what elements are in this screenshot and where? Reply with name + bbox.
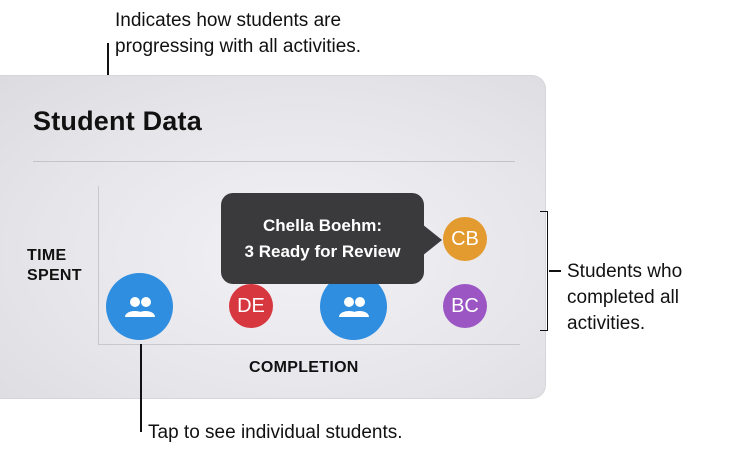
y-axis-line <box>98 186 99 344</box>
student-initials: BC <box>451 294 479 317</box>
callout-right-bracket <box>540 211 548 331</box>
tooltip-student-name: Chella Boehm: <box>262 215 383 235</box>
student-tooltip: Chella Boehm: 3 Ready for Review <box>221 193 424 284</box>
student-data-card: Student Data TIME SPENT COMPLETION DE BC… <box>0 75 546 399</box>
student-initials: DE <box>237 294 265 317</box>
callout-top: Indicates how students are progressing w… <box>115 10 362 57</box>
callout-right-line <box>549 270 561 272</box>
callout-right: Students who completed all activities. <box>567 261 683 334</box>
group-icon <box>338 296 369 317</box>
card-divider <box>33 161 515 162</box>
callout-bottom: Tap to see individual students. <box>148 422 403 443</box>
x-axis-line <box>98 344 520 345</box>
student-bubble-de[interactable]: DE <box>229 284 273 328</box>
tooltip-status: 3 Ready for Review <box>244 241 401 261</box>
tooltip-arrow <box>422 224 442 256</box>
callout-bottom-line <box>140 344 142 432</box>
card-title: Student Data <box>33 106 202 136</box>
x-axis-label: COMPLETION <box>249 359 359 376</box>
student-bubble-cb[interactable]: CB <box>443 217 487 261</box>
student-initials: CB <box>451 227 479 250</box>
student-bubble-bc[interactable]: BC <box>443 284 487 328</box>
student-group-bubble-1[interactable] <box>106 273 173 340</box>
y-axis-label: TIME SPENT <box>27 247 82 284</box>
group-icon <box>124 296 155 317</box>
